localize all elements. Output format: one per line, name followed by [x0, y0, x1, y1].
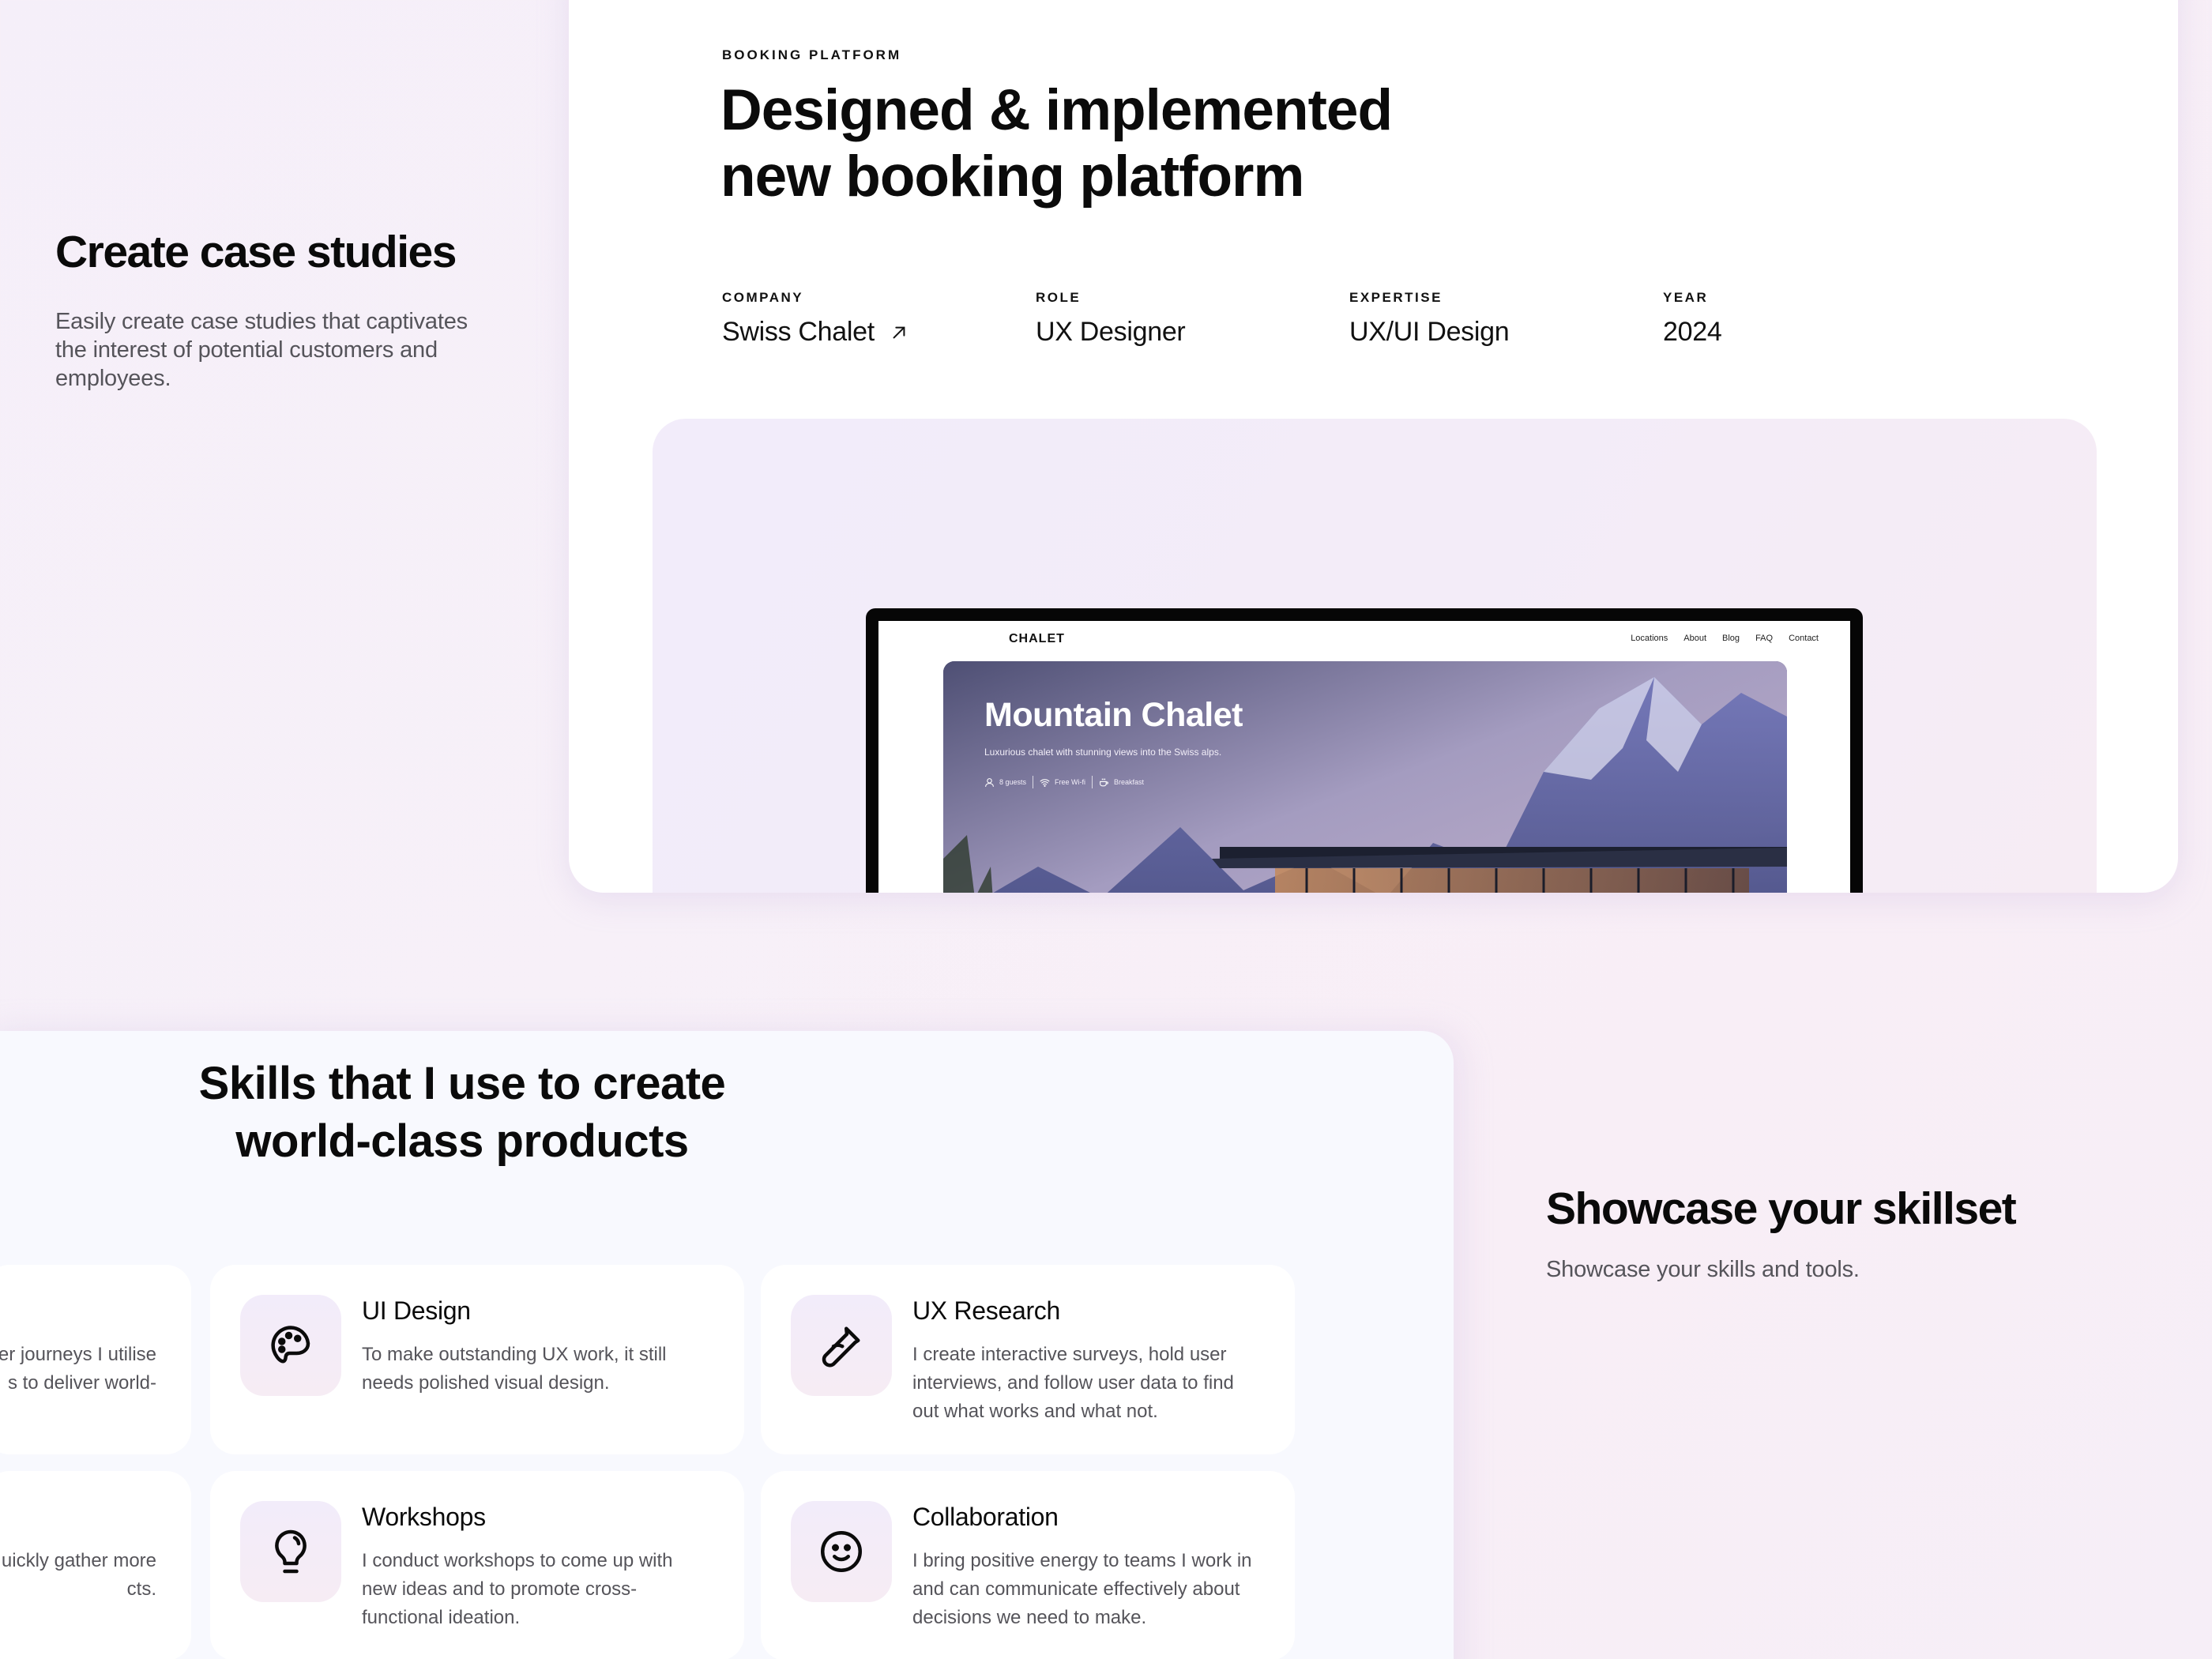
wifi-icon — [1040, 778, 1050, 787]
feature-divider — [1092, 776, 1093, 788]
skill-tile-ux-research: UX Research I create interactive surveys… — [761, 1265, 1295, 1454]
test-tube-icon — [822, 1326, 860, 1367]
palette-icon — [271, 1326, 310, 1364]
case-studies-description: Easily create case studies that captivat… — [55, 308, 468, 391]
skillset-intro: Showcase your skillset Showcase your ski… — [1546, 1183, 2146, 1283]
arrow-up-right-icon — [893, 326, 905, 338]
skill-description-line: s to deliver world- — [7, 1372, 156, 1394]
case-study-card: BOOKING PLATFORM Designed & implemented … — [569, 0, 2178, 893]
meta-role: ROLE UX Designer — [1036, 290, 1349, 348]
case-studies-intro: Create case studies Easily create case s… — [55, 228, 498, 393]
feature-label: Breakfast — [1114, 778, 1145, 786]
mockup-nav-locations: Locations — [1631, 634, 1668, 643]
skill-description-line: uickly gather more — [1, 1550, 156, 1571]
meta-expertise: EXPERTISE UX/UI Design — [1349, 290, 1663, 348]
feature-guests: 8 guests — [984, 777, 1026, 788]
skill-name: UI Design — [362, 1296, 471, 1325]
meta-label: COMPANY — [722, 290, 804, 305]
mockup-nav: CHALET Locations About Blog FAQ Contact — [878, 621, 1850, 660]
skill-tile-collaboration: Collaboration I bring positive energy to… — [761, 1471, 1295, 1659]
skill-icon-box — [240, 1295, 341, 1396]
case-study-title: Designed & implemented new booking platf… — [720, 77, 1510, 210]
mockup-logo: CHALET — [1009, 632, 1065, 645]
skill-description: uickly gather more cts. — [0, 1547, 156, 1604]
skill-icon-box — [791, 1501, 892, 1602]
meta-value: Swiss Chalet — [722, 317, 875, 347]
mockup-nav-about: About — [1683, 634, 1707, 643]
skill-tile-workshops: Workshops I conduct workshops to come up… — [210, 1471, 744, 1659]
meta-value: UX Designer — [1036, 317, 1186, 347]
mockup-hero-title: Mountain Chalet — [984, 696, 1243, 734]
skill-tile-partial: uickly gather more cts. — [0, 1471, 191, 1659]
skills-card: Skills that I use to create world-class … — [0, 1031, 1454, 1659]
skill-description-line: cts. — [126, 1578, 156, 1600]
skill-name: UX Research — [912, 1296, 1060, 1325]
mockup-nav-faq: FAQ — [1755, 634, 1774, 643]
meta-company: COMPANY Swiss Chalet — [722, 290, 1036, 348]
skill-description-line: er journeys I utilise — [0, 1344, 156, 1365]
meta-label: EXPERTISE — [1349, 290, 1443, 305]
feature-label: Free Wi-fi — [1055, 778, 1086, 786]
lightbulb-icon — [275, 1529, 307, 1574]
feature-wifi: Free Wi-fi — [1040, 777, 1085, 788]
skill-description: I bring positive energy to teams I work … — [912, 1550, 1252, 1628]
skill-tile-ui-design: UI Design To make outstanding UX work, i… — [210, 1265, 744, 1454]
feature-label: 8 guests — [999, 778, 1027, 786]
mockup-stage: CHALET Locations About Blog FAQ Contact — [653, 419, 2097, 893]
meta-value: UX/UI Design — [1349, 317, 1510, 347]
meta-label: ROLE — [1036, 290, 1082, 305]
skill-icon-box — [240, 1501, 341, 1602]
laptop-screen: CHALET Locations About Blog FAQ Contact — [878, 621, 1850, 893]
skill-icon-box — [791, 1295, 892, 1396]
feature-breakfast: Breakfast — [1099, 777, 1144, 788]
case-studies-heading: Create case studies — [55, 227, 457, 277]
coffee-cup-icon — [1100, 778, 1108, 786]
mockup-hero-image: Mountain Chalet Luxurious chalet with st… — [943, 661, 1787, 893]
skills-heading-line-2: world-class products — [235, 1115, 689, 1167]
meta-year: YEAR 2024 — [1663, 290, 1977, 348]
smiley-icon — [821, 1531, 862, 1572]
case-study-title-line-1: Designed & implemented — [720, 78, 1393, 142]
mockup-nav-contact: Contact — [1789, 634, 1819, 643]
mockup-hero-features: 8 guests Free Wi-fi Breakfast — [984, 776, 1144, 788]
meta-label: YEAR — [1663, 290, 1709, 305]
case-study-title-line-2: new booking platform — [720, 145, 1304, 209]
case-study-category: BOOKING PLATFORM — [722, 47, 902, 62]
skill-description: I create interactive surveys, hold user … — [912, 1344, 1234, 1422]
skill-description: er journeys I utilise s to deliver world… — [0, 1341, 156, 1398]
skillset-heading: Showcase your skillset — [1546, 1183, 2017, 1234]
skill-description: To make outstanding UX work, it still ne… — [362, 1344, 667, 1394]
skill-name: Collaboration — [912, 1503, 1059, 1531]
mockup-nav-blog: Blog — [1722, 634, 1740, 643]
meta-value: 2024 — [1663, 317, 1722, 347]
user-icon — [985, 777, 994, 787]
skills-heading-line-1: Skills that I use to create — [198, 1058, 726, 1109]
skill-description: I conduct workshops to come up with new … — [362, 1550, 673, 1628]
skills-heading: Skills that I use to create world-class … — [166, 1055, 758, 1170]
skill-name: Workshops — [362, 1503, 486, 1531]
mockup-hero-subtitle: Luxurious chalet with stunning views int… — [984, 747, 1222, 758]
company-link[interactable]: Swiss Chalet — [722, 317, 1036, 348]
case-study-meta: COMPANY Swiss Chalet ROLE UX Designer EX… — [722, 290, 1977, 348]
mockup-nav-links: Locations About Blog FAQ Contact — [1631, 634, 1819, 643]
laptop-mockup: CHALET Locations About Blog FAQ Contact — [866, 608, 1863, 893]
skill-tile-partial: er journeys I utilise s to deliver world… — [0, 1265, 191, 1454]
skillset-description: Showcase your skills and tools. — [1546, 1257, 1860, 1282]
